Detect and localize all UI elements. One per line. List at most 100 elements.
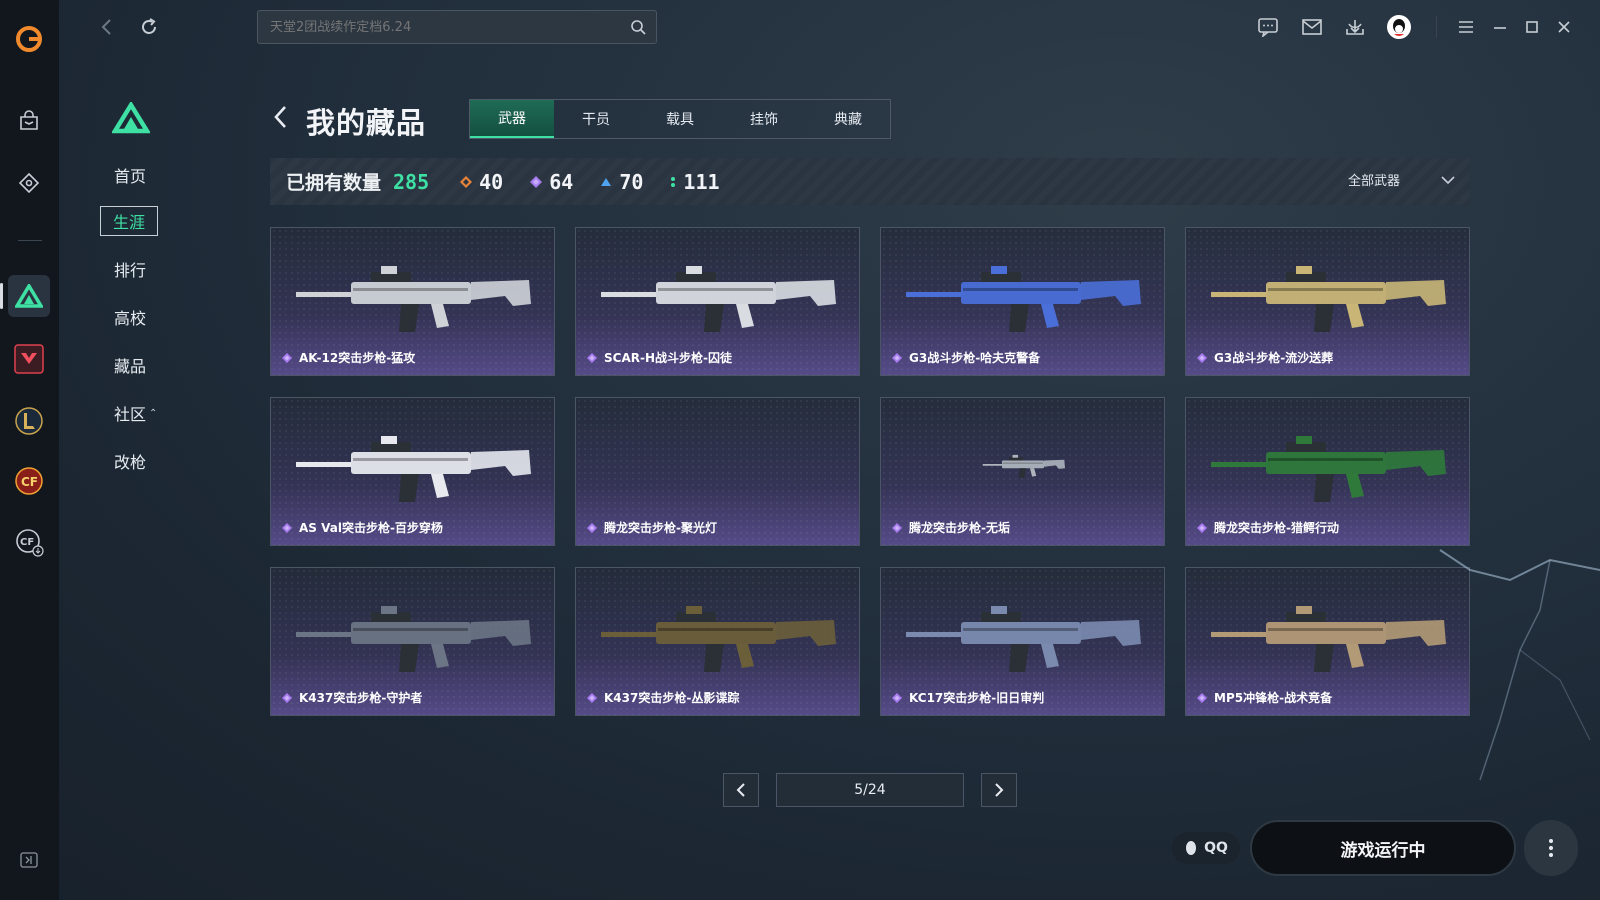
more-vertical-icon: [1549, 839, 1553, 857]
weapon-name-label: AK-12突击步枪-猛攻: [299, 351, 416, 365]
sidebar-item-community[interactable]: 社区 ⌃: [100, 396, 170, 430]
weapon-name-label: KC17突击步枪-旧日审判: [909, 691, 1045, 705]
mail-icon[interactable]: [1299, 14, 1325, 40]
user-avatar[interactable]: [1386, 14, 1412, 40]
weapon-card[interactable]: AS Val突击步枪-百步穿杨: [270, 397, 555, 546]
sidebar-item-label: 高校: [114, 309, 147, 328]
tab-operators[interactable]: 干员: [554, 100, 638, 138]
page-title: 我的藏品: [306, 106, 427, 140]
more-options-button[interactable]: [1524, 820, 1578, 876]
refresh-icon[interactable]: [136, 14, 162, 40]
weapon-name-label: K437突击步枪-守护者: [299, 691, 423, 705]
weapon-card[interactable]: K437突击步枪-丛影谍踪: [575, 567, 860, 716]
rarity-count: 70: [619, 169, 644, 194]
weapon-name: G3战斗步枪-哈夫克警备: [891, 349, 1040, 366]
category-tabs: 武器 干员 载具 挂饰 典藏: [469, 99, 891, 139]
app-logo-icon[interactable]: [8, 18, 50, 60]
purple-rarity-icon: [1197, 522, 1207, 533]
collapse-sidebar-icon[interactable]: [20, 852, 38, 872]
shop-bag-icon[interactable]: [8, 100, 50, 142]
maximize-icon[interactable]: [1519, 14, 1545, 40]
weapon-card[interactable]: G3战斗步枪-哈夫克警备: [880, 227, 1165, 376]
sidebar-item-label: 改枪: [114, 453, 147, 472]
minimize-icon[interactable]: [1487, 14, 1513, 40]
back-nav-icon[interactable]: [93, 14, 119, 40]
sidebar-item-label: 藏品: [114, 357, 147, 376]
penguin-icon: [1186, 841, 1197, 855]
purple-rarity-icon: [282, 352, 292, 363]
tab-weapons[interactable]: 武器: [470, 100, 554, 138]
page-indicator: 5/24: [776, 773, 964, 807]
sidebar-item-label: 社区: [114, 405, 147, 424]
purple-rarity-icon: [282, 522, 292, 533]
delta-force-logo: [110, 100, 152, 138]
previous-page-button[interactable]: [723, 773, 759, 807]
section-nav: 首页 生涯 排行 高校 藏品 社区 ⌃ 改枪: [100, 158, 170, 492]
qq-button[interactable]: QQ: [1172, 832, 1240, 864]
download-manager-icon[interactable]: [1342, 14, 1368, 40]
search-icon[interactable]: [630, 19, 646, 39]
purple-rarity-icon: [892, 692, 902, 703]
crossfire-game-icon[interactable]: CF: [8, 460, 50, 502]
weapon-card[interactable]: 腾龙突击步枪-聚光灯: [575, 397, 860, 546]
page-back-icon[interactable]: [272, 104, 288, 134]
weapon-image: [982, 454, 1065, 478]
sidebar-item-career[interactable]: 生涯: [100, 206, 158, 236]
weapon-card[interactable]: 腾龙突击步枪-猎鳄行动: [1185, 397, 1470, 546]
menu-icon[interactable]: [1453, 14, 1479, 40]
sidebar-item-college[interactable]: 高校: [100, 300, 170, 334]
next-page-button[interactable]: [981, 773, 1017, 807]
weapon-card[interactable]: K437突击步枪-守护者: [270, 567, 555, 716]
weapon-name-label: MP5冲锋枪-战术竞备: [1214, 691, 1333, 705]
owned-count-value: 285: [393, 169, 430, 194]
league-of-legends-icon[interactable]: [8, 400, 50, 442]
weapon-name: AK-12突击步枪-猛攻: [281, 349, 415, 366]
weapon-card[interactable]: SCAR-H战斗步枪-囚徒: [575, 227, 860, 376]
diamond-icon: [530, 175, 543, 188]
purple-rarity-icon: [587, 692, 597, 703]
weapon-name-label: AS Val突击步枪-百步穿杨: [299, 521, 443, 535]
sidebar-item-home[interactable]: 首页: [100, 158, 170, 192]
weapon-name: 腾龙突击步枪-无垢: [891, 519, 1010, 536]
search-input[interactable]: [270, 19, 610, 35]
weapon-card[interactable]: G3战斗步枪-流沙送葬: [1185, 227, 1470, 376]
weapon-name-label: G3战斗步枪-哈夫克警备: [909, 351, 1041, 365]
tab-vehicles[interactable]: 载具: [638, 100, 722, 138]
weapon-card[interactable]: KC17突击步枪-旧日审判: [880, 567, 1165, 716]
tab-charms[interactable]: 挂饰: [722, 100, 806, 138]
svg-text:CF: CF: [20, 537, 34, 548]
weapon-card[interactable]: MP5冲锋枪-战术竞备: [1185, 567, 1470, 716]
svg-text:CF: CF: [21, 475, 38, 489]
weapon-image: [601, 266, 836, 332]
owned-count-label: 已拥有数量: [286, 172, 382, 194]
weapon-filter-dropdown[interactable]: 全部武器: [1348, 170, 1456, 189]
weapon-image: [1211, 436, 1446, 502]
weapon-image: [601, 606, 836, 672]
chat-icon[interactable]: [1255, 14, 1281, 40]
sidebar-item-gunsmith[interactable]: 改枪: [100, 444, 170, 478]
weapon-card[interactable]: 腾龙突击步枪-无垢: [880, 397, 1165, 546]
weapon-name-label: G3战斗步枪-流沙送葬: [1214, 351, 1334, 365]
cf-download-icon[interactable]: CF: [8, 521, 50, 563]
weapon-name: K437突击步枪-守护者: [281, 689, 422, 706]
close-icon[interactable]: [1551, 14, 1577, 40]
chevron-up-icon: ⌃: [149, 407, 158, 419]
search-bar: [257, 10, 657, 44]
delta-force-game-icon[interactable]: [8, 275, 50, 317]
purple-rarity-icon: [587, 522, 597, 533]
sidebar-item-ranking[interactable]: 排行: [100, 252, 170, 286]
weapon-name: 腾龙突击步枪-聚光灯: [586, 519, 717, 536]
tab-collectibles[interactable]: 典藏: [806, 100, 890, 138]
tag-icon[interactable]: [8, 162, 50, 204]
game-running-button[interactable]: 游戏运行中: [1250, 820, 1516, 876]
rarity-count: 40: [479, 169, 504, 194]
sidebar-item-collection[interactable]: 藏品: [100, 348, 170, 382]
weapon-card[interactable]: AK-12突击步枪-猛攻: [270, 227, 555, 376]
dot-icon: [671, 176, 676, 187]
chevron-left-icon: [736, 783, 745, 797]
weapon-name: AS Val突击步枪-百步穿杨: [281, 519, 443, 536]
purple-rarity-icon: [892, 522, 902, 533]
valorant-game-icon[interactable]: [8, 338, 50, 380]
weapon-image: [1211, 606, 1446, 672]
collection-stats-bar: 已拥有数量 285 40 64 70 111 全部武器: [270, 158, 1470, 205]
